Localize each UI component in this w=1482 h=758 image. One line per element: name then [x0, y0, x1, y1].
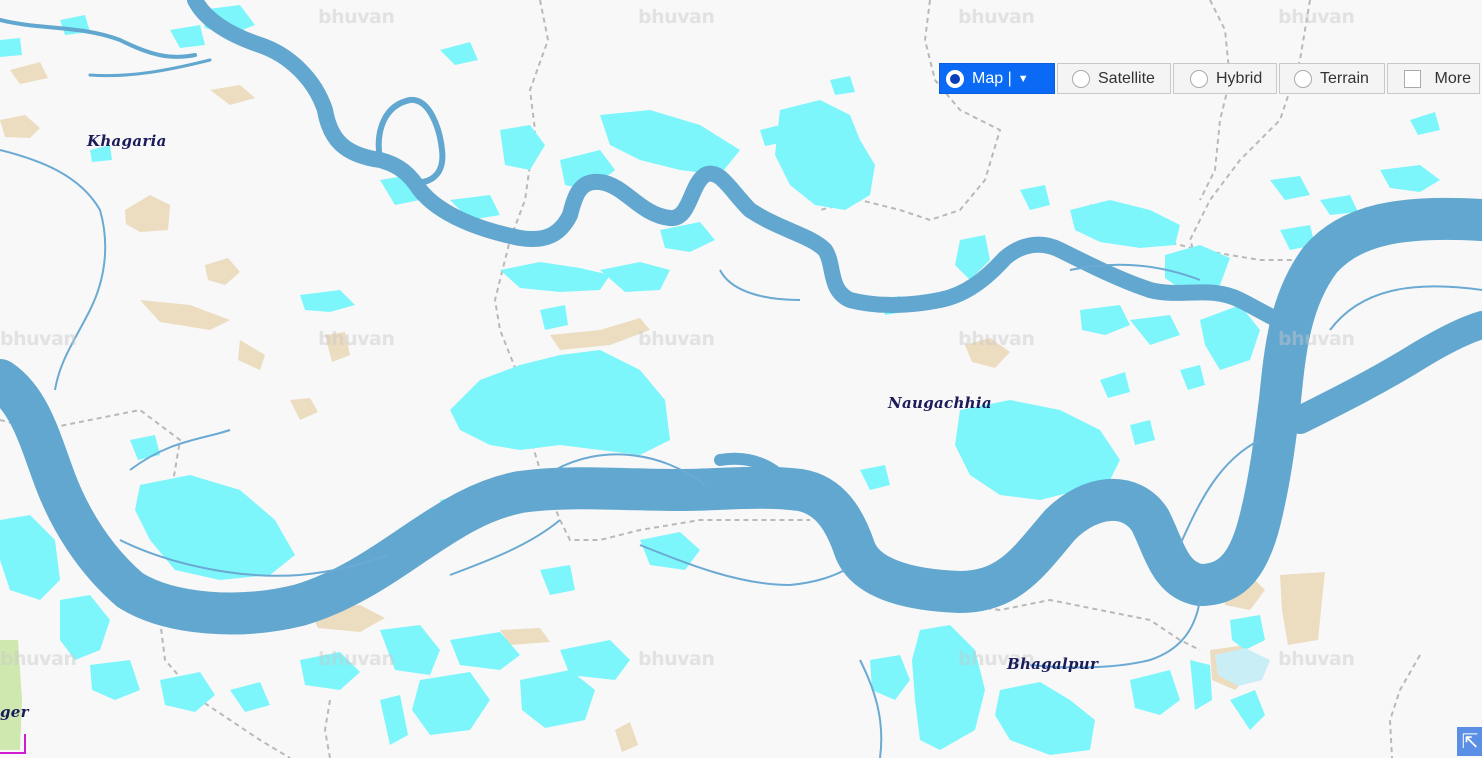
watermark-text: bhuvan — [638, 328, 715, 350]
map-type-satellite-button[interactable]: Satellite — [1057, 63, 1171, 94]
map-type-satellite-label: Satellite — [1098, 69, 1155, 87]
watermark-text: bhuvan — [638, 6, 715, 28]
watermark-text: bhuvan — [1278, 6, 1355, 28]
watermark-text: bhuvan — [0, 328, 77, 350]
watermark-text: bhuvan — [318, 6, 395, 28]
place-label-bhagalpur[interactable]: Bhagalpur — [1007, 655, 1098, 673]
map-type-map-label: Map | — [972, 69, 1012, 87]
radio-icon — [1190, 69, 1208, 88]
map-type-map-button[interactable]: Map | ▼ — [939, 63, 1055, 94]
place-label-naugachhia[interactable]: Naugachhia — [888, 394, 992, 412]
watermark-text: bhuvan — [318, 648, 395, 670]
radio-icon — [1072, 69, 1090, 88]
district-boundaries — [0, 0, 1421, 758]
map-type-terrain-button[interactable]: Terrain — [1279, 63, 1385, 94]
map-canvas[interactable] — [0, 0, 1482, 758]
watermark-text: bhuvan — [958, 6, 1035, 28]
flood-water-areas — [0, 5, 1440, 755]
radio-icon — [1294, 69, 1312, 88]
map-type-hybrid-label: Hybrid — [1216, 69, 1263, 87]
map-type-terrain-label: Terrain — [1320, 69, 1369, 87]
more-layers-label: More — [1434, 69, 1471, 87]
checkbox-icon — [1404, 69, 1421, 88]
watermark-text: bhuvan — [1278, 648, 1355, 670]
radio-selected-icon — [946, 69, 964, 88]
watermark-text: bhuvan — [638, 648, 715, 670]
map-type-hybrid-button[interactable]: Hybrid — [1173, 63, 1277, 94]
watermark-text: bhuvan — [958, 328, 1035, 350]
watermark-text: bhuvan — [1278, 328, 1355, 350]
more-layers-button[interactable]: More — [1387, 63, 1480, 94]
watermark-text: bhuvan — [0, 648, 77, 670]
watermark-text: bhuvan — [318, 328, 395, 350]
place-label-khagaria[interactable]: Khagaria — [87, 132, 167, 150]
map-type-controls: Map | ▼ Satellite Hybrid Terrain More — [939, 63, 1480, 94]
chevron-down-icon[interactable]: ▼ — [1018, 73, 1029, 85]
place-label-munger-partial[interactable]: ger — [0, 703, 29, 721]
expand-arrow-icon[interactable]: ⇱ — [1457, 727, 1482, 756]
selection-corner-marker — [0, 734, 26, 754]
